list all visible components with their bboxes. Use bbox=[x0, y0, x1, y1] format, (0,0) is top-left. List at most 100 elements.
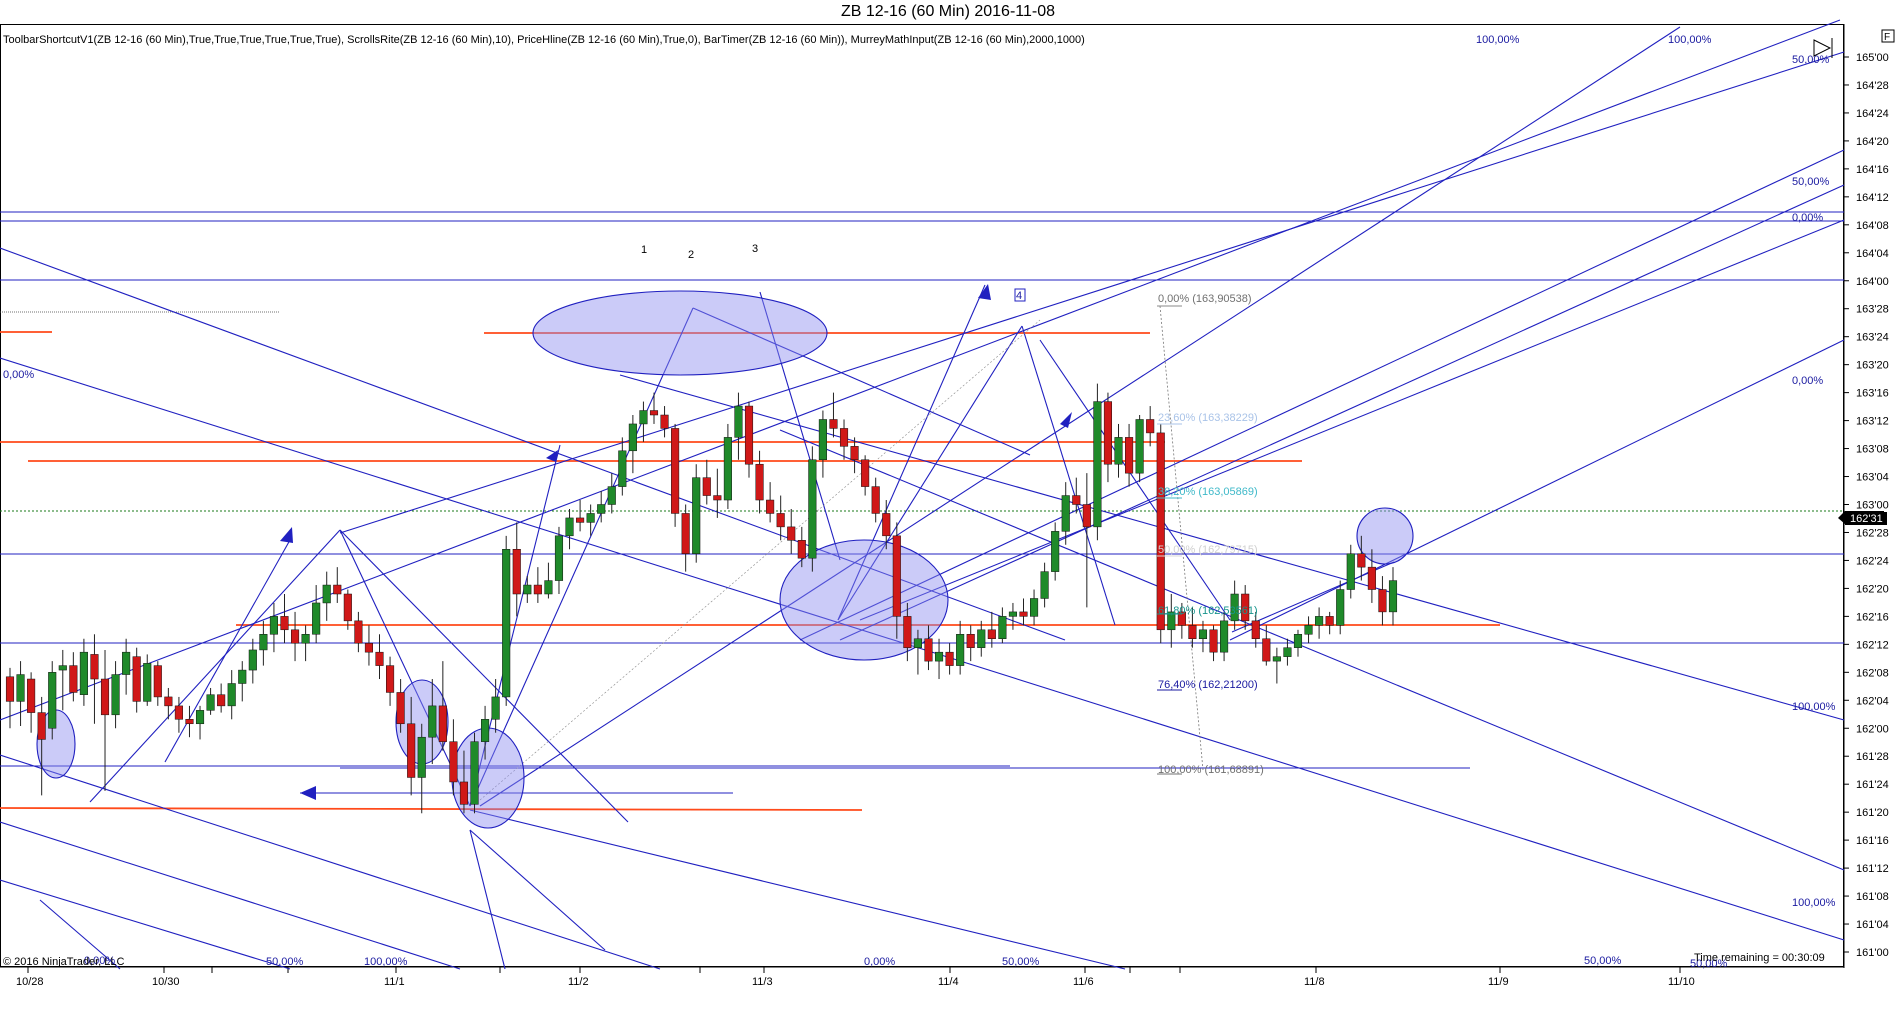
candle-body bbox=[681, 513, 690, 554]
y-tick-label: 162'24 bbox=[1856, 555, 1889, 567]
y-tick-label: 163'16 bbox=[1856, 388, 1889, 400]
y-tick-label: 162'16 bbox=[1856, 611, 1889, 623]
number-label-2: 2 bbox=[688, 249, 694, 261]
candle-body bbox=[554, 535, 564, 581]
x-tick-labels: 10/28 10/30 11/1 11/2 11/3 11/4 11/6 11/8 11/9 11… bbox=[16, 967, 1695, 988]
candle-body bbox=[1251, 620, 1260, 639]
svg-text:0,00%: 0,00% bbox=[1792, 375, 1823, 387]
fib-61: 61,80% (162,53561) bbox=[1158, 605, 1258, 617]
candle-body bbox=[512, 549, 521, 595]
x-tick-label: 11/9 bbox=[1488, 976, 1509, 988]
candle-body bbox=[238, 669, 247, 684]
candle bbox=[1093, 383, 1102, 541]
fib-100: 100,00% (161,68891) bbox=[1158, 764, 1264, 776]
candle-body bbox=[481, 719, 490, 742]
candle-body bbox=[259, 634, 268, 651]
candle-body bbox=[79, 651, 88, 695]
candle-body bbox=[1114, 437, 1123, 465]
candle-body bbox=[1304, 625, 1313, 635]
candle-body bbox=[829, 419, 838, 429]
y-tick-marks bbox=[1844, 56, 1849, 953]
candle-body bbox=[333, 584, 342, 595]
candle-body bbox=[987, 629, 996, 639]
y-tick-label: 164'16 bbox=[1856, 164, 1889, 176]
y-tick-label: 161'12 bbox=[1856, 863, 1889, 875]
candle bbox=[1135, 415, 1144, 483]
candle-body bbox=[1030, 598, 1039, 617]
y-tick-label: 164'20 bbox=[1856, 136, 1889, 148]
candle bbox=[470, 732, 479, 814]
candle-body bbox=[428, 705, 437, 738]
candle-body bbox=[396, 692, 405, 725]
y-tick-label: 164'28 bbox=[1856, 80, 1889, 92]
candle-body bbox=[100, 678, 110, 716]
candle-body bbox=[766, 499, 775, 514]
y-tick-label: 161'08 bbox=[1856, 891, 1889, 903]
candle-body bbox=[491, 696, 500, 720]
y-tick-label: 161'00 bbox=[1856, 947, 1889, 959]
candle-body bbox=[1220, 620, 1229, 653]
y-tick-label: 163'04 bbox=[1856, 472, 1889, 484]
y-tick-label: 161'16 bbox=[1856, 835, 1889, 847]
chart-plot[interactable]: 165'00 164'28 164'24 164'20 164'16 164'12 164'… bbox=[0, 0, 1896, 1014]
candle-body bbox=[280, 616, 289, 631]
candle-body bbox=[956, 634, 965, 666]
candle-body bbox=[375, 651, 384, 666]
candle-body bbox=[290, 629, 300, 644]
candle-body bbox=[1146, 419, 1155, 434]
svg-text:50,00%: 50,00% bbox=[1002, 956, 1040, 968]
candle-body bbox=[998, 616, 1007, 639]
y-tick-label: 163'24 bbox=[1856, 332, 1889, 344]
candle-body bbox=[195, 710, 205, 725]
y-tick-label: 161'04 bbox=[1856, 919, 1889, 931]
candle-body bbox=[1209, 629, 1218, 653]
svg-text:0,00%: 0,00% bbox=[1792, 212, 1823, 224]
y-tick-label: 163'12 bbox=[1856, 416, 1889, 428]
ellipse-top bbox=[532, 290, 828, 376]
candle-body bbox=[301, 634, 310, 644]
y-tick-labels: 165'00 164'28 164'24 164'20 164'16 164'12 164'… bbox=[1856, 52, 1889, 959]
candle-body bbox=[143, 663, 152, 702]
svg-text:0,00%: 0,00% bbox=[3, 369, 34, 381]
candle-body bbox=[544, 580, 553, 595]
candle-body bbox=[934, 651, 944, 662]
candle-body bbox=[702, 477, 711, 496]
candle-body bbox=[1262, 638, 1271, 662]
y-tick-label: 162'12 bbox=[1856, 639, 1889, 651]
candle-body bbox=[248, 649, 257, 671]
copyright: © 2016 NinjaTrader, LLC bbox=[3, 956, 124, 968]
candle-body bbox=[850, 446, 859, 461]
candle-body bbox=[185, 719, 194, 725]
candle-body bbox=[1272, 656, 1281, 662]
fib-76: 76,40% (162,21200) bbox=[1158, 679, 1258, 691]
candle-body bbox=[417, 736, 426, 778]
candle-body bbox=[343, 593, 352, 622]
x-tick-label: 11/2 bbox=[568, 976, 589, 988]
y-tick-label: 163'20 bbox=[1856, 360, 1889, 372]
y-tick-label: 164'00 bbox=[1856, 276, 1889, 288]
x-tick-label: 11/1 bbox=[384, 976, 405, 988]
candle bbox=[502, 535, 511, 706]
svg-text:0,00%: 0,00% bbox=[864, 956, 895, 968]
candle-body bbox=[1357, 553, 1366, 568]
candle-body bbox=[1082, 504, 1091, 528]
x-tick-label: 10/30 bbox=[152, 976, 180, 988]
svg-text:100,00%: 100,00% bbox=[1792, 701, 1836, 713]
candle-body bbox=[649, 410, 659, 416]
candle-body bbox=[1367, 566, 1376, 590]
candle-body bbox=[227, 683, 236, 707]
candle bbox=[808, 446, 817, 572]
candle-body bbox=[787, 526, 796, 541]
corner-flag: F bbox=[1884, 32, 1890, 43]
candle-body bbox=[312, 602, 321, 635]
y-tick-label: 162'00 bbox=[1856, 723, 1889, 735]
candle-body bbox=[69, 665, 78, 693]
candle-body bbox=[217, 694, 226, 707]
candle-body bbox=[90, 654, 99, 680]
candle-body bbox=[945, 651, 954, 666]
y-tick-label: 162'08 bbox=[1856, 667, 1889, 679]
plot-frame bbox=[0, 24, 1844, 967]
x-tick-label: 11/6 bbox=[1073, 976, 1094, 988]
candle-body bbox=[861, 459, 870, 487]
candle-body bbox=[1040, 571, 1049, 599]
